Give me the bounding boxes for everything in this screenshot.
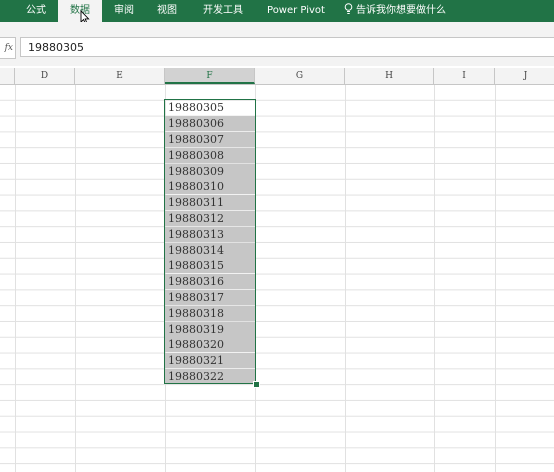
tell-me-label: 告诉我你想要做什么: [356, 5, 446, 16]
column-header-f[interactable]: F: [165, 68, 255, 84]
gridline: [434, 85, 435, 472]
tab-power-pivot[interactable]: Power Pivot: [261, 0, 331, 22]
formula-input[interactable]: 19880305: [20, 37, 554, 57]
selection-range: [164, 99, 256, 384]
tab-developer[interactable]: 开发工具: [195, 0, 251, 22]
insert-function-button[interactable]: fx: [0, 37, 16, 59]
tab-view[interactable]: 视图: [150, 0, 184, 22]
cell-grid[interactable]: [0, 85, 554, 472]
tell-me-search[interactable]: 告诉我你想要做什么: [344, 0, 446, 22]
gridline: [495, 85, 496, 472]
gridline: [345, 85, 346, 472]
corner-header: [0, 68, 15, 84]
column-header-d[interactable]: D: [15, 68, 75, 84]
column-header-j[interactable]: J: [495, 68, 554, 84]
gridline: [15, 85, 16, 472]
tab-formulas[interactable]: 公式: [22, 0, 50, 22]
lightbulb-icon: [344, 3, 353, 14]
column-header-h[interactable]: H: [345, 68, 434, 84]
tab-review[interactable]: 审阅: [108, 0, 140, 22]
column-header-i[interactable]: I: [434, 68, 495, 84]
column-header-row: D E F G H I J: [0, 68, 554, 85]
column-header-e[interactable]: E: [75, 68, 165, 84]
gridline: [75, 85, 76, 472]
tab-partial[interactable]: [0, 0, 8, 22]
fill-handle[interactable]: [253, 381, 260, 388]
column-header-g[interactable]: G: [255, 68, 345, 84]
